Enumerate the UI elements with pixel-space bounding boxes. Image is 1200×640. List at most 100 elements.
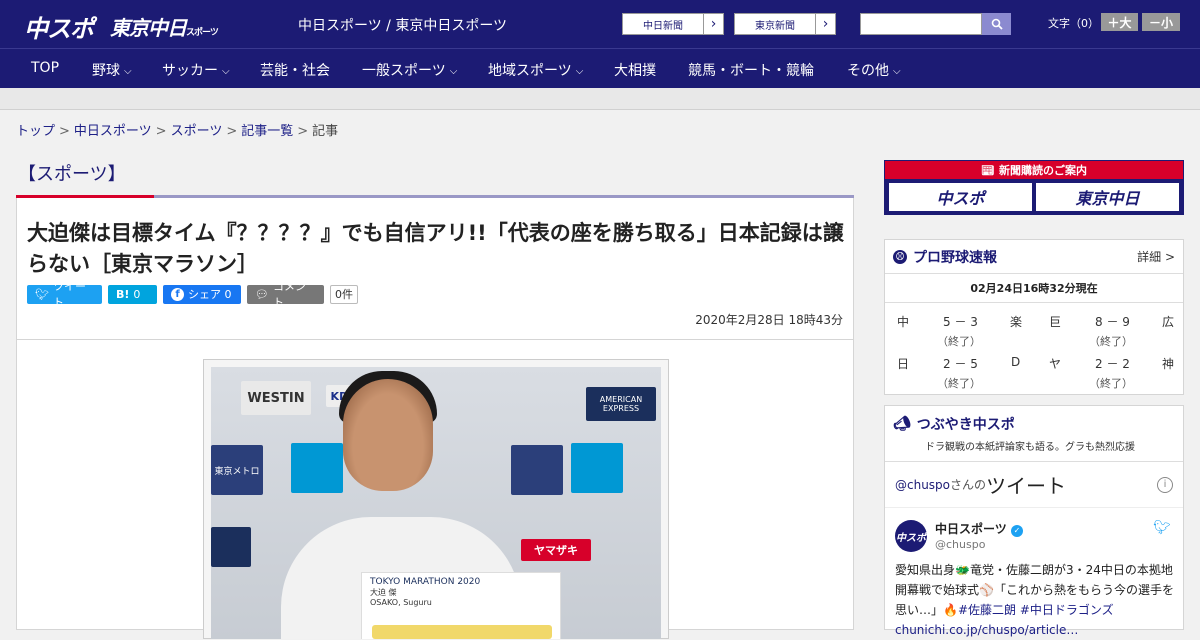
nav-item-other[interactable]: その他 ⌵ <box>847 60 901 80</box>
tweet-box-header: 📣︎ つぶやき中スポ <box>885 406 1183 440</box>
tokyo-logo-small: スポーツ <box>186 28 219 38</box>
sub-nav-band <box>0 88 1200 110</box>
chunichi-shimbun-link[interactable]: 中日新聞 › <box>622 13 724 35</box>
nav-label: 一般スポーツ <box>362 63 446 79</box>
font-decrease-button[interactable]: －小 <box>1142 13 1180 31</box>
nav-item-sumo[interactable]: 大相撲 <box>614 60 656 80</box>
game-score[interactable]: 5 － 3 <box>943 313 978 330</box>
team-away: 神 <box>1162 357 1175 371</box>
breadcrumb-chuspo[interactable]: 中日スポーツ <box>74 124 152 139</box>
team-away: D <box>1011 355 1021 369</box>
breadcrumb-article-list[interactable]: 記事一覧 <box>241 124 293 139</box>
game-status: （終了） <box>1089 335 1133 348</box>
sponsor-westin: WESTIN <box>241 381 311 415</box>
score-timestamp: 02月24日16時32分現在 <box>885 274 1183 303</box>
tokyo-chunichi-logo[interactable]: 東京中日スポーツ <box>110 12 219 41</box>
chevron-down-icon: ⌵ <box>449 66 458 77</box>
breadcrumb-sports[interactable]: スポーツ <box>171 124 223 139</box>
tweet-item[interactable]: 中スポ 中日スポーツ ✓ @chuspo 🐦︎ 愛知県出身🐲竜党・佐藤二朗が3・… <box>885 508 1183 637</box>
section-header: 【スポーツ】 <box>16 158 854 198</box>
nav-item-entertainment[interactable]: 芸能・社会 <box>260 60 330 80</box>
baseball-scores-header: ⚾︎ プロ野球速報 詳細 > <box>885 240 1183 274</box>
megaphone-icon: 📣︎ <box>893 416 911 432</box>
comment-count: 0件 <box>330 284 358 304</box>
article-photo[interactable]: WESTIN KDDI AMERICAN EXPRESS 東京メトロ ヤマザキ … <box>211 367 661 639</box>
facebook-share-button[interactable]: f シェア 0 <box>163 284 241 304</box>
baseball-detail-link[interactable]: 詳細 > <box>1137 248 1175 265</box>
twitter-bird-icon: 🐦︎ <box>1153 520 1171 536</box>
chuspo-logo[interactable]: 中スポ <box>24 9 94 44</box>
publish-date: 2020年2月28日 18時43分 <box>695 313 843 327</box>
subscription-logos: 中スポ 東京中日 <box>889 183 1179 211</box>
nav-label: 地域スポーツ <box>488 63 572 79</box>
timeline-handle-suffix: さんの <box>950 478 987 492</box>
breadcrumb-sep: > <box>59 124 70 139</box>
top-header: 中スポ 東京中日スポーツ 中日スポーツ / 東京中日スポーツ 中日新聞 › 東京… <box>0 0 1200 48</box>
placard-event: TOKYO MARATHON 2020 <box>370 577 481 587</box>
nav-item-top[interactable]: TOP <box>31 60 59 76</box>
subscription-title: 📰︎ 新聞購読のご案内 <box>885 161 1183 179</box>
tokyo-subscribe-logo[interactable]: 東京中日 <box>1036 183 1179 211</box>
nav-item-regional-sports[interactable]: 地域スポーツ ⌵ <box>488 60 583 80</box>
article-body-card: WESTIN KDDI AMERICAN EXPRESS 東京メトロ ヤマザキ … <box>16 340 854 639</box>
score-grid: 中 5 － 3 楽 （終了） 巨 8 － 9 広 （終了） 日 2 － 5 D … <box>885 303 1183 391</box>
nav-item-soccer[interactable]: サッカー ⌵ <box>162 60 230 80</box>
nav-item-racing[interactable]: 競馬・ボート・競輪 <box>688 60 814 80</box>
avatar[interactable]: 中スポ <box>895 520 927 552</box>
tokyo-shimbun-link[interactable]: 東京新聞 › <box>734 13 836 35</box>
subscription-banner[interactable]: 📰︎ 新聞購読のご案内 中スポ 東京中日 <box>884 160 1184 215</box>
chuspo-subscribe-logo[interactable]: 中スポ <box>889 183 1032 211</box>
baseball-scores-box: ⚾︎ プロ野球速報 詳細 > 02月24日16時32分現在 中 5 － 3 楽 … <box>884 239 1184 395</box>
tweet-account-name[interactable]: 中日スポーツ ✓ <box>935 520 1023 537</box>
info-icon[interactable]: i <box>1157 476 1173 493</box>
sponsor-metro: 東京メトロ <box>211 445 263 495</box>
timeline-word: ツイート <box>986 474 1067 498</box>
chevron-down-icon: ⌵ <box>575 66 584 77</box>
game-score[interactable]: 8 － 9 <box>1095 313 1130 330</box>
search-input[interactable] <box>860 13 982 35</box>
baseball-icon: ⚾︎ <box>893 249 907 264</box>
tokyo-logo-text: 東京中日 <box>110 16 187 40</box>
game-score[interactable]: 2 － 5 <box>943 355 978 372</box>
hatena-icon: B! <box>116 287 130 301</box>
tweet-link[interactable]: chunichi.co.jp/chuspo/article… <box>895 623 1078 637</box>
placard-name-romaji: OSAKO, Suguru <box>370 598 432 607</box>
search-button[interactable] <box>982 13 1011 35</box>
comment-button[interactable]: 💬︎ コメント <box>247 280 324 309</box>
article-title: 大迫傑は目標タイム『？？？？』でも自信アリ!!「代表の座を勝ち取る」日本記録は譲… <box>27 221 844 276</box>
chevron-down-icon: ⌵ <box>222 66 230 77</box>
sponsor-amex: AMERICAN EXPRESS <box>586 387 656 421</box>
placard-strip <box>372 625 552 639</box>
nav-label: 競馬・ボート・競輪 <box>688 63 814 79</box>
nav-item-baseball[interactable]: 野球 ⌵ <box>92 60 132 80</box>
paper-link-label: 東京新聞 <box>755 20 795 32</box>
asics-board <box>211 527 251 567</box>
site-name[interactable]: 中日スポーツ / 東京中日スポーツ <box>298 15 507 35</box>
nav-label: TOP <box>31 60 60 76</box>
game-score[interactable]: 2 － 2 <box>1095 355 1130 372</box>
tweet-hashtags[interactable]: #佐藤二朗 #中日ドラゴンズ <box>958 603 1114 617</box>
tweet-label: ツイート <box>52 280 86 309</box>
tweet-button[interactable]: 🐦︎ ツイート <box>27 280 102 309</box>
hatena-bookmark-button[interactable]: B! 0 <box>108 284 157 304</box>
nav-label: 芸能・社会 <box>260 63 330 79</box>
breadcrumb: トップ > 中日スポーツ > スポーツ > 記事一覧 > 記事 <box>16 120 338 139</box>
account-name-text: 中日スポーツ <box>935 522 1007 536</box>
comment-label: コメント <box>272 280 306 309</box>
nav-item-general-sports[interactable]: 一般スポーツ ⌵ <box>362 60 457 80</box>
nav-label: その他 <box>847 63 889 79</box>
name-placard: TOKYO MARATHON 2020 大迫 傑 OSAKO, Suguru <box>361 572 561 639</box>
hatena-count: 0 <box>133 287 141 301</box>
main-nav: TOP 野球 ⌵ サッカー ⌵ 芸能・社会 一般スポーツ ⌵ 地域スポーツ ⌵ 大相撲 … <box>0 48 1200 88</box>
baseball-title: プロ野球速報 <box>913 249 997 266</box>
tweet-account-user[interactable]: @chuspo <box>935 538 985 551</box>
breadcrumb-sep: > <box>155 124 167 139</box>
sponsor-yamazaki: ヤマザキ <box>521 539 591 561</box>
team-home: 日 <box>897 357 910 371</box>
section-title: 【スポーツ】 <box>18 164 126 185</box>
tweet-box-subtitle: ドラ観戦の本紙評論家も語る。グラも熱烈応援 <box>885 438 1183 462</box>
breadcrumb-top[interactable]: トップ <box>16 124 55 139</box>
comment-icon: 💬︎ <box>255 287 269 301</box>
font-increase-button[interactable]: ＋大 <box>1101 13 1138 31</box>
timeline-handle[interactable]: @chuspo <box>895 478 950 492</box>
